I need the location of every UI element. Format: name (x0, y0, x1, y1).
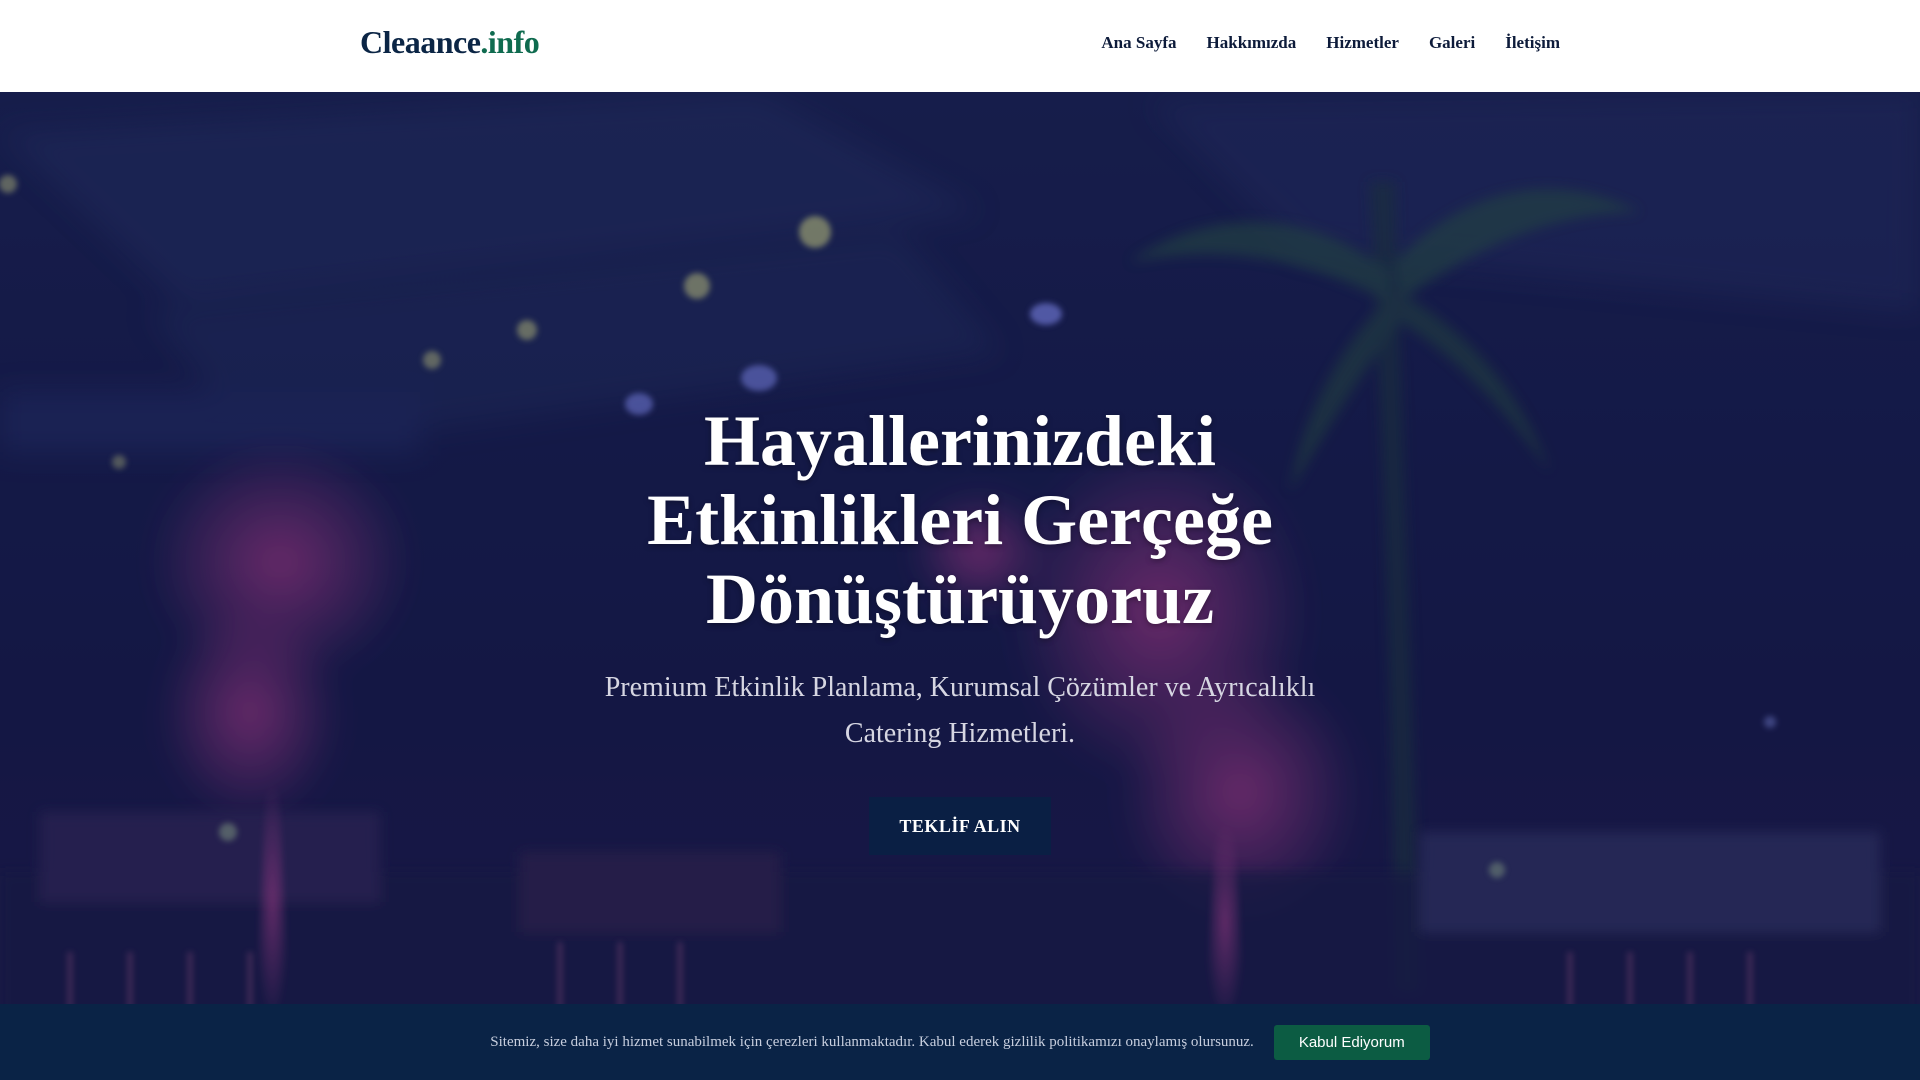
hero-content: Hayallerinizdeki Etkinlikleri Gerçeğe Dö… (460, 402, 1460, 855)
nav-item-services[interactable]: Hizmetler (1326, 33, 1399, 53)
site-header: Cleaance.info Ana Sayfa Hakkımızda Hizme… (0, 0, 1920, 92)
nav-item-contact[interactable]: İletişim (1505, 33, 1560, 53)
nav-item-about[interactable]: Hakkımızda (1207, 33, 1297, 53)
logo-main-text: Cleaance (360, 24, 481, 60)
main-nav: Ana Sayfa Hakkımızda Hizmetler Galeri İl… (1101, 33, 1560, 53)
hero-subtitle: Premium Etkinlik Planlama, Kurumsal Çözü… (604, 672, 1316, 749)
logo-accent-text: .info (480, 24, 540, 60)
get-quote-button[interactable]: TEKLİF ALIN (869, 797, 1051, 855)
hero-section: Hayallerinizdeki Etkinlikleri Gerçeğe Dö… (0, 92, 1920, 1080)
cookie-consent-bar: Sitemiz, size daha iyi hizmet sunabilmek… (0, 1004, 1920, 1080)
nav-item-gallery[interactable]: Galeri (1429, 33, 1475, 53)
nav-item-home[interactable]: Ana Sayfa (1101, 33, 1176, 53)
hero-title: Hayallerinizdeki Etkinlikleri Gerçeğe Dö… (647, 401, 1273, 639)
cookie-consent-text: Sitemiz, size daha iyi hizmet sunabilmek… (490, 1033, 1254, 1050)
site-logo[interactable]: Cleaance.info (360, 24, 540, 61)
accept-cookies-button[interactable]: Kabul Ediyorum (1273, 1024, 1430, 1060)
